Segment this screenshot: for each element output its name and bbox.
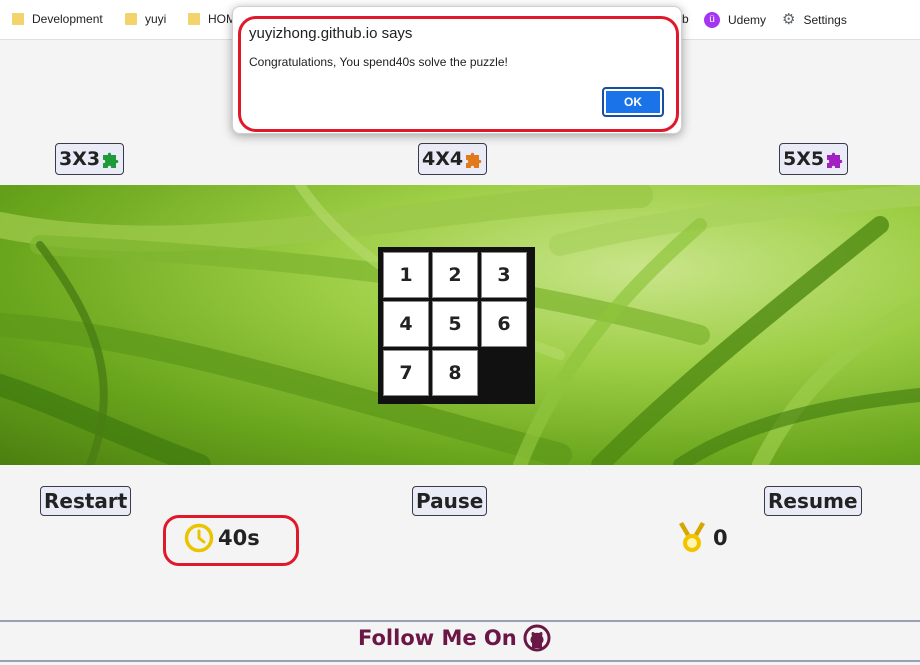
- footer-follow: Follow Me On: [358, 624, 551, 652]
- bookmark-yuyi[interactable]: yuyi: [125, 12, 166, 26]
- puzzle-icon: [466, 152, 482, 168]
- empty-tile[interactable]: [481, 350, 527, 396]
- bookmark-label: b: [682, 12, 689, 26]
- bookmark-label: Development: [32, 12, 103, 26]
- folder-icon: [12, 13, 24, 25]
- pause-button[interactable]: Pause: [412, 486, 488, 516]
- size-5x5-button[interactable]: 5X5: [779, 143, 849, 175]
- size-label: 5X5: [783, 148, 825, 170]
- bookmark-label: Udemy: [728, 13, 767, 27]
- footer-divider: [0, 620, 920, 622]
- puzzle-tile[interactable]: 3: [481, 252, 527, 298]
- bookmark-label: yuyi: [145, 12, 167, 26]
- gear-icon: ⚙: [782, 11, 796, 28]
- udemy-icon: ü: [704, 12, 720, 28]
- footer-bottom-divider: [0, 660, 920, 662]
- puzzle-icon: [827, 152, 843, 168]
- size-label: 4X4: [422, 148, 464, 170]
- bookmark-udemy[interactable]: ü Udemy: [704, 12, 766, 28]
- size-label: 3X3: [59, 148, 101, 170]
- resume-button[interactable]: Resume: [764, 486, 862, 516]
- puzzle-tile[interactable]: 5: [432, 301, 478, 347]
- highlight-ring: [163, 515, 299, 566]
- github-icon[interactable]: [523, 624, 551, 652]
- size-3x3-button[interactable]: 3X3: [55, 143, 125, 175]
- puzzle-tile[interactable]: 7: [383, 350, 429, 396]
- score: 0: [677, 522, 728, 554]
- bookmark-hom[interactable]: HOM: [188, 12, 236, 26]
- bookmark-label: Settings: [803, 12, 847, 27]
- puzzle-board: 1 2 3 4 5 6 7 8: [378, 247, 535, 404]
- restart-button[interactable]: Restart: [40, 486, 132, 516]
- dialog-message: Congratulations, You spend40s solve the …: [249, 55, 508, 69]
- puzzle-tile[interactable]: 2: [432, 252, 478, 298]
- puzzle-tile[interactable]: 6: [481, 301, 527, 347]
- size-4x4-button[interactable]: 4X4: [418, 143, 488, 175]
- bookmark-settings[interactable]: ⚙ Settings: [782, 12, 847, 27]
- puzzle-tile[interactable]: 1: [383, 252, 429, 298]
- folder-icon: [188, 13, 200, 25]
- puzzle-tile[interactable]: 4: [383, 301, 429, 347]
- bookmark-development[interactable]: Development: [12, 12, 103, 26]
- bookmark-partial[interactable]: b: [682, 12, 689, 26]
- medal-icon: [679, 522, 705, 552]
- footer-label: Follow Me On: [358, 626, 517, 650]
- alert-dialog: yuyizhong.github.io says Congratulations…: [232, 6, 682, 134]
- folder-icon: [125, 13, 137, 25]
- dialog-title: yuyizhong.github.io says: [249, 25, 413, 42]
- puzzle-tile[interactable]: 8: [432, 350, 478, 396]
- puzzle-icon: [103, 152, 119, 168]
- score-value: 0: [713, 526, 728, 550]
- ok-button[interactable]: OK: [602, 87, 664, 117]
